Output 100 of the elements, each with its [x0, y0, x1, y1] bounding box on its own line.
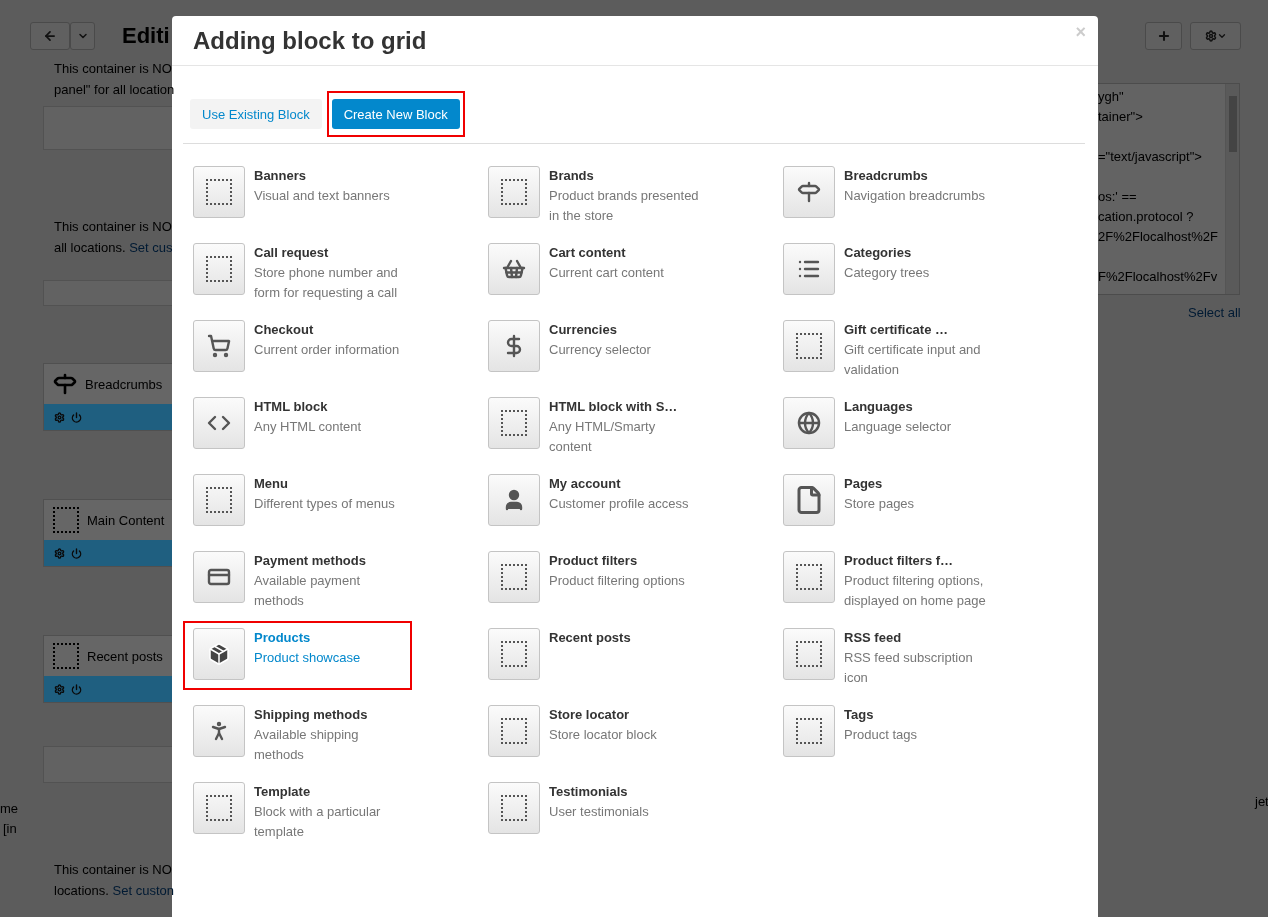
block-name: Breadcrumbs: [85, 376, 163, 392]
block-tile[interactable]: [488, 782, 540, 834]
block-title[interactable]: HTML block with S…: [549, 397, 699, 417]
block-description: Current order information: [254, 341, 401, 359]
block-tile[interactable]: [783, 166, 835, 218]
block-tile[interactable]: [488, 243, 540, 295]
block-tile[interactable]: [783, 551, 835, 603]
block-tile[interactable]: [783, 320, 835, 372]
block-title[interactable]: My account: [549, 474, 699, 494]
block-title[interactable]: Template: [254, 782, 404, 802]
block-tile[interactable]: [488, 474, 540, 526]
container-note: This container is NO: [53, 218, 172, 236]
block-tile[interactable]: [193, 166, 245, 218]
placeholder-icon: [53, 507, 79, 533]
block-tile[interactable]: [193, 474, 245, 526]
block-tile[interactable]: [783, 474, 835, 526]
code-line: ="text/javascript">: [1098, 148, 1203, 166]
add-button[interactable]: [1145, 22, 1182, 50]
block-title[interactable]: Call request: [254, 243, 404, 263]
power-icon[interactable]: [71, 683, 82, 695]
block-description: User testimonials: [549, 803, 650, 821]
block-tile[interactable]: [783, 705, 835, 757]
block-title[interactable]: Recent posts: [549, 628, 699, 648]
block-description: Block with a particular template: [254, 803, 382, 841]
code-line: 2F%2Flocalhost%2F: [1098, 228, 1219, 246]
block-tile[interactable]: [193, 628, 245, 680]
block-description: Store pages: [844, 495, 916, 513]
block-title[interactable]: Brands: [549, 166, 699, 186]
block-tile[interactable]: [488, 628, 540, 680]
box-icon: [207, 642, 231, 666]
block-title[interactable]: RSS feed: [844, 628, 994, 648]
block-description: Any HTML content: [254, 418, 363, 436]
placeholder-icon: [501, 564, 527, 590]
block-tile[interactable]: [193, 705, 245, 757]
block-title[interactable]: Store locator: [549, 705, 699, 725]
settings-icon[interactable]: [54, 683, 65, 695]
placeholder-icon: [206, 256, 232, 282]
container-note: This container is NO: [53, 861, 172, 879]
block-title[interactable]: Banners: [254, 166, 404, 186]
block-title[interactable]: Checkout: [254, 320, 404, 340]
block-tile[interactable]: [488, 705, 540, 757]
block-description: Store phone number and form for requesting a call: [254, 264, 399, 302]
block-tile[interactable]: [783, 628, 835, 680]
block-description: Gift certificate input and validation: [844, 341, 982, 379]
block-title[interactable]: Product filters: [549, 551, 699, 571]
settings-icon[interactable]: [54, 547, 65, 559]
block-description: Store locator block: [549, 726, 658, 744]
placeholder-icon: [206, 487, 232, 513]
tab[interactable]: Create New Block: [331, 99, 460, 129]
block-description: Navigation breadcrumbs: [844, 187, 986, 205]
back-button[interactable]: [30, 22, 70, 50]
block-tile[interactable]: [488, 551, 540, 603]
code-field[interactable]: ygh" tainer"> ="text/javascript"> os:' == cation.protocol ? 2F%2Flocalhost%2F F%2Flocalhost%2Fv: [1098, 83, 1240, 295]
code-line: cation.protocol ?: [1098, 208, 1195, 226]
block-tile[interactable]: [193, 551, 245, 603]
block-title[interactable]: Tags: [844, 705, 994, 725]
block-title[interactable]: Products: [254, 628, 404, 648]
settings-button[interactable]: [1190, 22, 1241, 50]
block-title[interactable]: Cart content: [549, 243, 699, 263]
power-icon[interactable]: [71, 547, 82, 559]
placeholder-icon: [796, 718, 822, 744]
block-description: Available shipping methods: [254, 726, 360, 764]
block-description: Product filtering options: [549, 572, 686, 590]
code-line: F%2Flocalhost%2Fv: [1098, 268, 1219, 286]
block-title[interactable]: Currencies: [549, 320, 699, 340]
placeholder-icon: [796, 333, 822, 359]
block-title[interactable]: Gift certificate …: [844, 320, 994, 340]
block-tile[interactable]: [193, 243, 245, 295]
block-description: Product tags: [844, 726, 918, 744]
block-title[interactable]: Shipping methods: [254, 705, 404, 725]
tab[interactable]: Use Existing Block: [190, 99, 322, 129]
placeholder-icon: [501, 795, 527, 821]
block-description: Any HTML/Smarty content: [549, 418, 657, 456]
block-tile[interactable]: [783, 243, 835, 295]
signpost-icon: [53, 372, 77, 396]
block-description: Product filtering options, displayed on home page: [844, 572, 987, 610]
block-tile[interactable]: [488, 166, 540, 218]
block-tile[interactable]: [193, 397, 245, 449]
block-tile[interactable]: [488, 397, 540, 449]
block-description: RSS feed subscription icon: [844, 649, 974, 687]
block-title[interactable]: Menu: [254, 474, 404, 494]
settings-icon[interactable]: [54, 411, 65, 423]
placeholder-icon: [501, 641, 527, 667]
block-title[interactable]: Payment methods: [254, 551, 404, 571]
block-title[interactable]: HTML block: [254, 397, 404, 417]
code-line: ygh": [1098, 88, 1125, 106]
block-tile[interactable]: [193, 782, 245, 834]
power-icon[interactable]: [71, 411, 82, 423]
block-description: Customer profile access: [549, 495, 690, 513]
block-tile[interactable]: [783, 397, 835, 449]
block-title[interactable]: Languages: [844, 397, 994, 417]
block-tile[interactable]: [488, 320, 540, 372]
block-title[interactable]: Breadcrumbs: [844, 166, 994, 186]
scrollbar[interactable]: [1225, 84, 1239, 294]
block-tile[interactable]: [193, 320, 245, 372]
block-title[interactable]: Product filters f…: [844, 551, 994, 571]
block-title[interactable]: Testimonials: [549, 782, 699, 802]
block-title[interactable]: Categories: [844, 243, 994, 263]
block-description: Different types of menus: [254, 495, 396, 513]
block-title[interactable]: Pages: [844, 474, 994, 494]
